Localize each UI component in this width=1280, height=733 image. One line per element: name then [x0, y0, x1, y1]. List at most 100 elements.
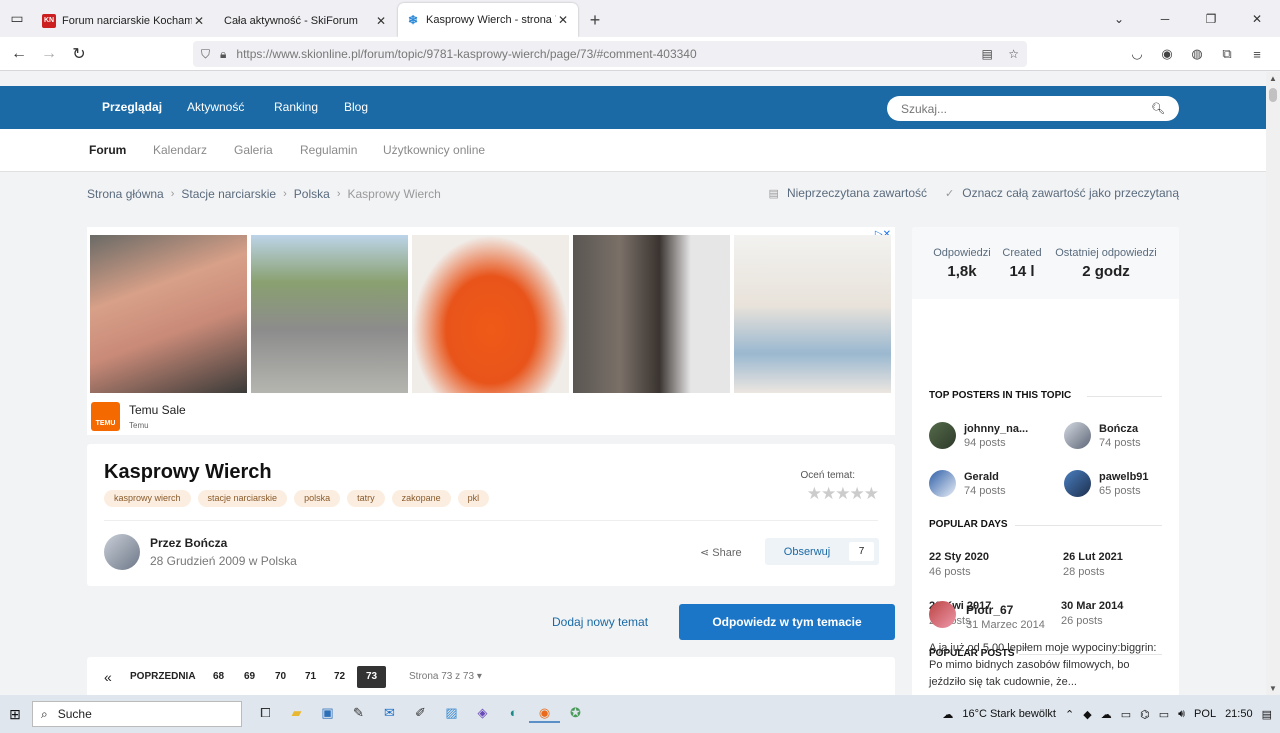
taskbar-search[interactable]: ⌕ Suche — [32, 701, 242, 727]
tag-pkl[interactable]: pkl — [457, 490, 490, 507]
reload-icon[interactable]: ↻ — [64, 44, 94, 64]
windows-start-icon[interactable]: ⊞ — [0, 706, 30, 723]
avatar[interactable] — [929, 601, 956, 628]
mail-icon[interactable]: ✉ — [374, 705, 405, 723]
chevron-up-icon[interactable]: ⌃ — [1065, 708, 1074, 721]
browser-tab-1[interactable]: KN Forum narciarskie KochamNarty ✕ — [34, 4, 214, 37]
account-icon[interactable]: ◉ — [1152, 46, 1182, 62]
clock[interactable]: 21:50 — [1225, 708, 1253, 720]
ad-product-image-swimsuit[interactable] — [412, 235, 569, 393]
weather-text[interactable]: 16°C Stark bewölkt — [962, 708, 1056, 720]
breadcrumb-poland[interactable]: Polska — [294, 187, 330, 201]
url-text[interactable]: https://www.skionline.pl/forum/topic/978… — [236, 47, 969, 61]
app-icon[interactable]: ✎ — [343, 705, 374, 723]
back-icon[interactable]: ← — [4, 45, 34, 63]
language-indicator[interactable]: POL — [1194, 708, 1216, 720]
nav-activity[interactable]: Aktywność — [187, 86, 244, 129]
tag-kasprowy-wierch[interactable]: kasprowy wierch — [104, 490, 191, 507]
page-73-current[interactable]: 73 — [357, 666, 386, 688]
shield-icon[interactable]: ⛉ — [201, 47, 210, 62]
page-scrollbar[interactable]: ▲ ▼ — [1266, 72, 1280, 695]
previous-page-button[interactable]: POPRZEDNIA — [130, 666, 196, 688]
search-input[interactable] — [901, 101, 1152, 116]
app-icon[interactable]: ✐ — [405, 705, 436, 723]
file-explorer-icon[interactable]: ▰ — [281, 705, 312, 723]
tag-zakopane[interactable]: zakopane — [391, 490, 451, 507]
scroll-down-icon[interactable]: ▼ — [1266, 684, 1280, 693]
breadcrumb-home[interactable]: Strona główna — [87, 187, 164, 201]
first-page-icon[interactable]: « — [104, 666, 112, 688]
browser-tab-3-active[interactable]: ❄ Kasprowy Wierch - strona 73 - S ✕ — [398, 3, 578, 37]
bookmark-star-icon[interactable]: ☆ — [1008, 47, 1019, 61]
subnav-online-users[interactable]: Użytkownicy online — [383, 129, 485, 172]
page-jump-dropdown[interactable]: Strona 73 z 73 ▾ — [409, 666, 482, 688]
restore-icon[interactable]: ❐ — [1188, 12, 1234, 26]
tab-list-icon[interactable]: ▭ — [0, 0, 34, 37]
network-icon[interactable]: ⌬ — [1140, 708, 1150, 721]
tag-stacje-narciarskie[interactable]: stacje narciarskie — [197, 490, 288, 507]
close-icon[interactable]: ✕ — [192, 14, 206, 28]
page-69[interactable]: 69 — [244, 666, 255, 688]
search-icon[interactable]: 🔍︎ — [1151, 102, 1165, 115]
advertisement[interactable]: ▷✕ TEMU Temu Sale Temu — [87, 227, 895, 435]
page-68[interactable]: 68 — [213, 666, 224, 688]
ad-title[interactable]: Temu Sale — [129, 403, 186, 417]
tab-overflow-icon[interactable]: ⌄ — [1096, 12, 1142, 26]
tray-app-icon[interactable]: ◆ — [1083, 708, 1091, 721]
volume-icon[interactable]: 🔊︎ — [1178, 708, 1185, 721]
minimize-icon[interactable]: ─ — [1142, 12, 1188, 26]
firefox-icon[interactable]: ◉ — [529, 705, 560, 723]
reader-view-icon[interactable]: ▤ — [982, 47, 993, 61]
browser-tab-2[interactable]: Cała aktywność - SkiForum ✕ — [216, 4, 396, 37]
scrollbar-thumb[interactable] — [1269, 88, 1277, 102]
menu-icon[interactable]: ≡ — [1242, 47, 1272, 62]
nav-browse[interactable]: Przeglądaj — [102, 86, 162, 129]
ad-product-image-dress[interactable] — [573, 235, 730, 393]
nav-ranking[interactable]: Ranking — [274, 86, 318, 129]
popular-post-text[interactable]: A ja już od 5.00 lepiłem moje wypociny:b… — [929, 640, 1169, 691]
subnav-forum[interactable]: Forum — [89, 129, 126, 172]
ad-product-image-top[interactable] — [734, 235, 891, 393]
share-button[interactable]: ⋖ Share — [700, 546, 742, 559]
new-tab-icon[interactable]: + — [580, 4, 610, 37]
globe-extension-icon[interactable]: ◍ — [1182, 46, 1212, 62]
subnav-calendar[interactable]: Kalendarz — [153, 129, 207, 172]
subnav-gallery[interactable]: Galeria — [234, 129, 273, 172]
star-rating-icon[interactable]: ★★★★★ — [807, 484, 879, 504]
page-72[interactable]: 72 — [334, 666, 345, 688]
new-topic-button[interactable]: Dodaj nowy temat — [552, 615, 648, 629]
close-window-icon[interactable]: ✕ — [1234, 12, 1280, 26]
extensions-icon[interactable]: ⧉ — [1212, 46, 1242, 62]
ad-product-image-tracksuit[interactable] — [251, 235, 408, 393]
scroll-up-icon[interactable]: ▲ — [1266, 74, 1280, 83]
follow-button[interactable]: Obserwuj 7 — [765, 538, 879, 565]
close-icon[interactable]: ✕ — [556, 13, 570, 27]
ad-product-image-shirt[interactable] — [90, 235, 247, 393]
battery-icon[interactable]: ▭ — [1159, 708, 1169, 721]
subnav-rules[interactable]: Regulamin — [300, 129, 357, 172]
edge-icon[interactable]: ◐ — [498, 705, 529, 723]
tray-app-icon[interactable]: ▭ — [1121, 708, 1131, 721]
tray-app-icon[interactable]: ☁ — [1101, 708, 1112, 721]
nav-blog[interactable]: Blog — [344, 86, 368, 129]
app-icon[interactable]: ✪ — [560, 705, 591, 723]
app-icon[interactable]: ◈ — [467, 705, 498, 723]
weather-icon[interactable]: ☁ — [942, 708, 953, 721]
address-bar[interactable]: ⛉ 🔒︎ https://www.skionline.pl/forum/topi… — [193, 41, 1027, 67]
forward-icon[interactable]: → — [34, 45, 64, 63]
avatar[interactable] — [104, 534, 140, 570]
tag-tatry[interactable]: tatry — [347, 490, 385, 507]
task-view-icon[interactable]: ⧠ — [250, 705, 281, 723]
topic-author[interactable]: Przez Bończa — [150, 536, 227, 550]
unread-content-link[interactable]: Nieprzeczytana zawartość — [787, 186, 927, 200]
page-70[interactable]: 70 — [275, 666, 286, 688]
store-icon[interactable]: ▣ — [312, 705, 343, 723]
photos-icon[interactable]: ▨ — [436, 705, 467, 723]
pocket-icon[interactable]: ◡ — [1122, 46, 1152, 62]
tag-polska[interactable]: polska — [294, 490, 341, 507]
popular-post-author[interactable]: Piotr_67 — [966, 603, 1013, 617]
page-71[interactable]: 71 — [305, 666, 316, 688]
close-icon[interactable]: ✕ — [374, 14, 388, 28]
reply-button[interactable]: Odpowiedz w tym temacie — [679, 604, 895, 640]
notifications-icon[interactable]: ▤ — [1262, 708, 1272, 721]
